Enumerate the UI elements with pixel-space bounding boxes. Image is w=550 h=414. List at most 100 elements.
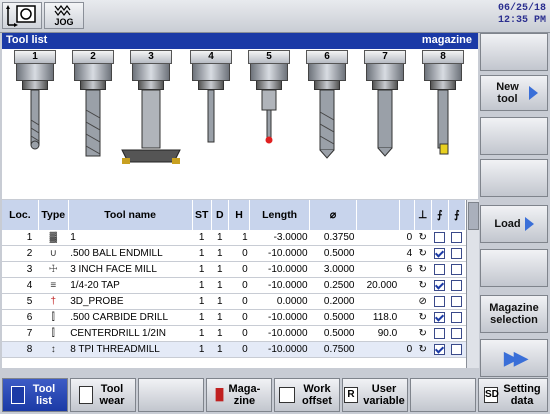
h-cell[interactable]: 0 [228, 325, 250, 342]
tool-list-button[interactable]: Tool list [2, 378, 68, 412]
col-d[interactable]: D [211, 200, 229, 230]
extra-cell[interactable]: 90.0 [356, 325, 400, 342]
type-cell[interactable]: ≡ [38, 277, 69, 294]
coolant-checkbox[interactable] [451, 327, 463, 339]
coolant-checkbox[interactable] [434, 231, 446, 243]
coolant-checkbox[interactable] [451, 311, 463, 323]
extra-cell[interactable] [356, 261, 400, 278]
coolant2-cell[interactable] [448, 245, 466, 262]
coolant-checkbox[interactable] [434, 279, 446, 291]
type-cell[interactable]: † [38, 293, 69, 310]
spindle-cell[interactable]: ↻ [414, 245, 432, 262]
type-cell[interactable]: ↕ [38, 341, 69, 358]
length-cell[interactable]: -10.0000 [249, 261, 310, 278]
coolant2-cell[interactable] [448, 277, 466, 294]
st-cell[interactable]: 1 [192, 261, 212, 278]
table-row[interactable]: 6 ⫿ .500 CARBIDE DRILL 1 1 0 -10.0000 0.5000 118… [2, 309, 466, 326]
coolant2-cell[interactable] [448, 309, 466, 326]
st-cell[interactable]: 1 [192, 277, 212, 294]
spindle-cell[interactable]: ↻ [414, 277, 432, 294]
n-cell[interactable]: 0 [399, 230, 415, 246]
h-cell[interactable]: 1 [228, 230, 250, 246]
diameter-cell[interactable]: 3.0000 [309, 261, 357, 278]
coolant-checkbox[interactable] [451, 343, 463, 355]
diameter-cell[interactable]: 0.5000 [309, 245, 357, 262]
st-cell[interactable]: 1 [192, 341, 212, 358]
coolant2-cell[interactable] [448, 261, 466, 278]
n-cell[interactable] [399, 277, 415, 294]
softkey-3[interactable] [480, 117, 548, 155]
magazine-button[interactable]: █ Maga-zine [206, 378, 272, 412]
d-cell[interactable]: 1 [211, 277, 229, 294]
tool-name-cell[interactable]: CENTERDRILL 1/2IN [68, 325, 193, 342]
coolant1-cell[interactable] [431, 245, 449, 262]
length-cell[interactable]: -10.0000 [249, 277, 310, 294]
d-cell[interactable]: 1 [211, 230, 229, 246]
length-cell[interactable]: -10.0000 [249, 325, 310, 342]
jog-mode-icon[interactable]: JOG [44, 2, 84, 29]
tool-holder-1[interactable]: 1 [14, 50, 56, 153]
diameter-cell[interactable]: 0.5000 [309, 309, 357, 326]
extra-cell[interactable] [356, 230, 400, 246]
extra-cell[interactable]: 118.0 [356, 309, 400, 326]
coolant2-cell[interactable] [448, 341, 466, 358]
d-cell[interactable]: 1 [211, 245, 229, 262]
h-cell[interactable]: 0 [228, 293, 250, 310]
n-cell[interactable]: 6 [399, 261, 415, 278]
coolant2-cell[interactable] [448, 230, 466, 246]
d-cell[interactable]: 1 [211, 261, 229, 278]
table-row[interactable]: 5 † 3D_PROBE 1 1 0 0.0000 0.2000 ⊘ [2, 293, 466, 310]
table-row[interactable]: 3 ☩ 3 INCH FACE MILL 1 1 0 -10.0000 3.0000 6 ↻ [2, 261, 466, 278]
next-page-button[interactable]: ▶▶ [480, 339, 548, 377]
loc-cell[interactable]: 6 [2, 309, 39, 326]
col-loc[interactable]: Loc. [2, 200, 39, 230]
st-cell[interactable]: 1 [192, 325, 212, 342]
diameter-cell[interactable]: 0.7500 [309, 341, 357, 358]
diameter-cell[interactable]: 0.2000 [309, 293, 357, 310]
spindle-cell[interactable]: ⊘ [414, 293, 432, 310]
loc-cell[interactable]: 2 [2, 245, 39, 262]
coolant-checkbox[interactable] [434, 327, 446, 339]
spindle-cell[interactable]: ↻ [414, 325, 432, 342]
table-row[interactable]: 8 ↕ 8 TPI THREADMILL 1 1 0 -10.0000 0.7500 0 ↻ [2, 341, 466, 358]
setting-data-button[interactable]: SD Setting data [478, 378, 548, 412]
tool-holder-5[interactable]: 5 [248, 50, 290, 153]
tool-wear-button[interactable]: Tool wear [70, 378, 136, 412]
spindle-cell[interactable]: ↻ [414, 230, 432, 246]
diameter-cell[interactable]: 0.3750 [309, 230, 357, 246]
length-cell[interactable]: -10.0000 [249, 341, 310, 358]
spindle-cell[interactable]: ↻ [414, 341, 432, 358]
table-scrollbar[interactable] [466, 200, 479, 368]
st-cell[interactable]: 1 [192, 293, 212, 310]
coolant1-cell[interactable] [431, 230, 449, 246]
softkey-h3[interactable] [138, 378, 204, 412]
loc-cell[interactable]: 1 [2, 230, 39, 246]
diameter-cell[interactable]: 0.5000 [309, 325, 357, 342]
coolant-checkbox[interactable] [434, 343, 446, 355]
tool-holder-4[interactable]: 4 [190, 50, 232, 153]
coolant2-cell[interactable] [448, 293, 466, 310]
n-cell[interactable] [399, 293, 415, 310]
table-row[interactable]: 2 ∪ .500 BALL ENDMILL 1 1 0 -10.0000 0.5000 4 ↻ [2, 245, 466, 262]
st-cell[interactable]: 1 [192, 309, 212, 326]
extra-cell[interactable] [356, 293, 400, 310]
tool-name-cell[interactable]: 8 TPI THREADMILL [68, 341, 193, 358]
scroll-thumb[interactable] [468, 202, 479, 230]
coolant1-cell[interactable] [431, 309, 449, 326]
n-cell[interactable]: 0 [399, 341, 415, 358]
coolant1-cell[interactable] [431, 261, 449, 278]
softkey-h7[interactable] [410, 378, 476, 412]
coolant-checkbox[interactable] [434, 311, 446, 323]
table-row[interactable]: 7 ⫿ CENTERDRILL 1/2IN 1 1 0 -10.0000 0.5000 90.0… [2, 325, 466, 342]
st-cell[interactable]: 1 [192, 230, 212, 246]
st-cell[interactable]: 1 [192, 245, 212, 262]
coolant-checkbox[interactable] [451, 295, 463, 307]
loc-cell[interactable]: 3 [2, 261, 39, 278]
spindle-cell[interactable]: ↻ [414, 309, 432, 326]
work-offset-button[interactable]: Work offset [274, 378, 340, 412]
d-cell[interactable]: 1 [211, 309, 229, 326]
table-row[interactable]: 4 ≡ 1/4-20 TAP 1 1 0 -10.0000 0.2500 20.000 ↻ [2, 277, 466, 294]
tool-holder-8[interactable]: 8 [422, 50, 464, 163]
type-cell[interactable]: ∪ [38, 245, 69, 262]
softkey-6[interactable] [480, 249, 548, 287]
